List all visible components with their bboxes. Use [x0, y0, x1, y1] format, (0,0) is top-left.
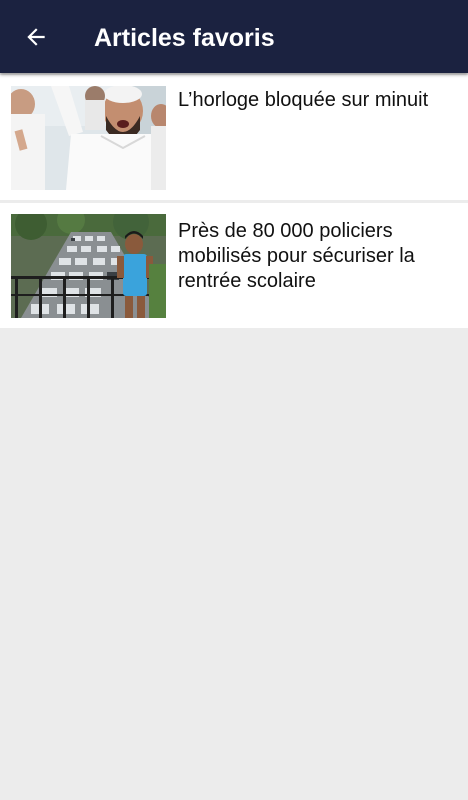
- back-button[interactable]: [18, 19, 54, 55]
- favorites-list: L’horloge bloquée sur minuit Près de 80 …: [0, 75, 468, 331]
- article-thumbnail: [11, 214, 166, 318]
- page-title: Articles favoris: [94, 24, 275, 52]
- arrow-left-icon: [27, 28, 45, 46]
- article-title: L’horloge bloquée sur minuit: [178, 89, 429, 111]
- article-card[interactable]: L’horloge bloquée sur minuit: [0, 75, 468, 200]
- article-card[interactable]: Près de 80 000 policiers mobilisés pour …: [0, 203, 468, 328]
- article-thumbnail: [11, 86, 166, 190]
- article-title: Près de 80 000 policiers mobilisés pour …: [178, 220, 415, 292]
- app-bar: Articles favoris: [0, 0, 468, 73]
